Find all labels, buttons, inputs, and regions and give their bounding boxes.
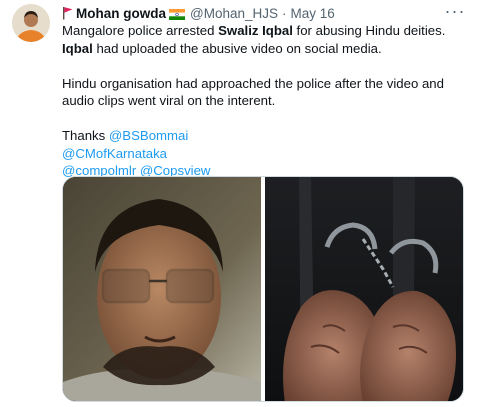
bold-name-2: Iqbal (62, 40, 93, 56)
photo-portrait[interactable] (63, 177, 261, 402)
mention-link[interactable]: @BSBommai (109, 128, 188, 143)
text-run: had uploaded the abusive video on social… (92, 40, 382, 56)
more-horizontal-icon[interactable]: ··· (444, 1, 466, 21)
red-flag-icon (62, 6, 74, 20)
author-name[interactable]: Mohan gowda (76, 6, 166, 21)
photo-handcuffs[interactable] (265, 177, 464, 402)
tweet-text: Mangalore police arrested Swaliz Iqbal f… (62, 22, 468, 180)
author-handle[interactable]: @Mohan_HJS (190, 6, 278, 21)
tweet-date[interactable]: May 16 (291, 6, 335, 21)
bold-name-1: Swaliz Iqbal (218, 23, 293, 38)
thanks-text: Thanks (62, 128, 109, 143)
india-flag-icon (169, 8, 185, 20)
paragraph-1: Mangalore police arrested Swaliz Iqbal f… (62, 22, 468, 57)
tweet-media[interactable] (62, 176, 464, 402)
tweet-header: Mohan gowda @Mohan_HJS · May 16 ··· (62, 1, 466, 22)
paragraph-2: Hindu organisation had approached the po… (62, 75, 444, 109)
mention-link[interactable]: @CMofKarnataka (62, 145, 468, 163)
tweet[interactable]: Mohan gowda @Mohan_HJS · May 16 ··· Mang… (0, 0, 480, 407)
thanks-line: Thanks @BSBommai (62, 127, 468, 145)
text-run: for abusing Hindu deities. (292, 23, 446, 38)
meta-separator: · (282, 5, 287, 21)
text-run: Mangalore police arrested (62, 23, 219, 38)
avatar[interactable] (12, 4, 50, 42)
